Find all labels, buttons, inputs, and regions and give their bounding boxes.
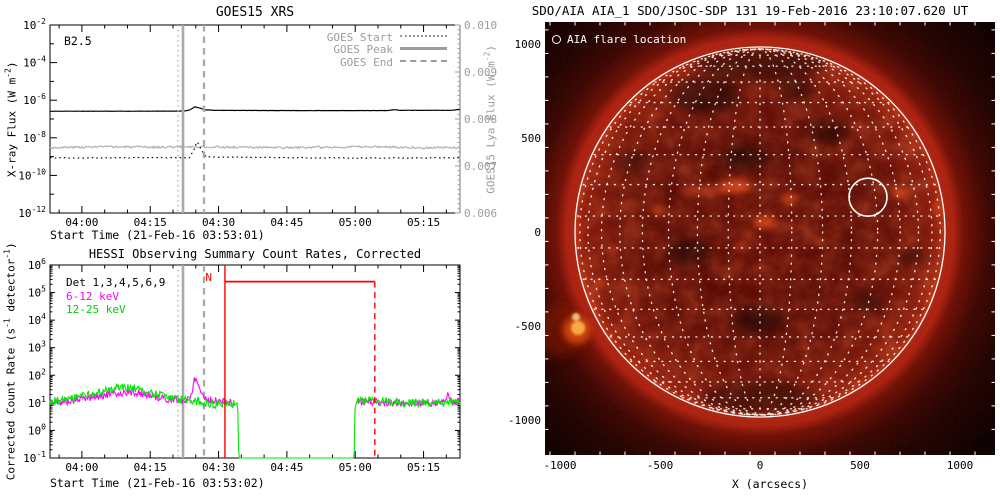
goes-legend-peak-label: GOES Peak	[333, 43, 393, 57]
aia-sun-image	[545, 22, 995, 455]
hessi-x-tick-label: 05:15	[407, 461, 440, 474]
goes-series-GOES15-Lya	[49, 144, 460, 150]
log-tick-label: 10-10	[18, 167, 46, 182]
aia-image-title: SDO/AIA AIA_1 SDO/JSOC-SDP 131 19-Feb-20…	[531, 3, 969, 18]
goes-plot-title: GOES15 XRS	[215, 5, 295, 20]
hessi-series-12-25-keV	[49, 382, 461, 459]
hessi-night-flag: N	[205, 271, 212, 284]
hessi-yaxis-title: Corrected Count Rate (s-1 detector-1)	[2, 242, 18, 481]
hessi-x-tick-label: 05:00	[339, 461, 372, 474]
hessi-xaxis-title: Start Time (21-Feb-16 03:53:02)	[50, 476, 265, 490]
goes-x-tick-label: 05:00	[339, 216, 372, 229]
log-tick-label: 10-2	[23, 17, 46, 32]
aia-x-tick-label: 1000	[947, 459, 974, 472]
log-tick-label: 101	[28, 395, 46, 410]
hessi-x-tick-label: 04:15	[134, 461, 167, 474]
goes-peak-line-swatch	[400, 47, 447, 51]
aia-y-tick-label: -500	[515, 320, 542, 333]
log-tick-label: 10-1	[23, 450, 46, 465]
log-tick-label: 104	[28, 312, 46, 327]
goes-right-yaxis-title: GOES15 Lya Flux (W m-2)	[482, 44, 498, 194]
hessi-detectors-label: Det 1,3,4,5,6,9	[66, 276, 166, 289]
goes-legend-row-end: GOES End	[50, 56, 447, 69]
hessi-x-tick-label: 04:30	[202, 461, 235, 474]
aia-y-tick-label: 500	[521, 132, 541, 145]
screenshot-root: 04:00 04:15 04:30 04:45 05:00 05:15 0.010 0.009…	[0, 0, 1000, 500]
goes-legend-row-start: GOES Start	[50, 31, 447, 44]
goes-series-GOES-0-5-4-A	[49, 141, 460, 159]
aia-flare-legend-label: AIA flare location	[567, 33, 687, 46]
hessi-legend: Det 1,3,4,5,6,9 6-12 keV 12-25 keV	[66, 276, 165, 317]
aia-x-tick-label: 500	[850, 459, 870, 472]
goes-right-tick-label: 0.006	[464, 207, 497, 220]
goes-xaxis-title: Start Time (21-Feb-16 03:53:01)	[50, 228, 265, 242]
goes-legend-end-label: GOES End	[340, 55, 393, 69]
goes-legend: GOES Start GOES Peak GOES End	[50, 31, 447, 69]
goes-start-line-swatch	[400, 35, 447, 38]
goes-yaxis-title: X-ray Flux (W m-2)	[3, 61, 19, 178]
aia-x-tick-label: -1000	[543, 459, 576, 472]
image-grain	[545, 22, 995, 455]
goes-legend-row-peak: GOES Peak	[50, 43, 447, 57]
log-tick-label: 100	[28, 422, 46, 437]
hessi-legend-12-25kev: 12-25 keV	[66, 303, 126, 316]
goes-legend-start-label: GOES Start	[326, 30, 393, 44]
goes-end-line-swatch	[400, 60, 447, 63]
goes-right-tick-label: 0.010	[464, 19, 497, 32]
log-tick-label: 103	[28, 340, 46, 355]
log-tick-label: 10-4	[23, 55, 46, 70]
aia-x-tick-label: 0	[757, 459, 764, 472]
goes-series-GOES-1-8-A	[49, 106, 460, 112]
flare-location-circle-icon	[552, 35, 561, 44]
aia-y-tick-label: 0	[534, 226, 541, 239]
aia-image-panel: -1000 -500 0 500 1000 1000 500 0 -500 -1000	[508, 22, 995, 472]
goes-x-tick-label: 04:45	[270, 216, 303, 229]
log-tick-label: 105	[28, 285, 46, 300]
aia-y-tick-label: -1000	[508, 414, 541, 427]
goes-x-tick-label: 05:15	[407, 216, 440, 229]
hessi-legend-6-12kev: 6-12 keV	[66, 289, 119, 303]
aia-xaxis-title: X (arcsecs)	[731, 477, 809, 491]
hessi-x-tick-label: 04:45	[270, 461, 303, 474]
hessi-plot-title: HESSI Observing Summary Count Rates, Cor…	[88, 247, 422, 261]
aia-flare-legend: AIA flare location	[552, 33, 686, 46]
hessi-x-tick-label: 04:00	[65, 461, 98, 474]
log-tick-label: 10-12	[18, 205, 46, 220]
aia-x-tick-label: -500	[647, 459, 674, 472]
aia-y-tick-label: 1000	[515, 38, 542, 51]
log-tick-label: 10-6	[23, 92, 46, 107]
log-tick-label: 10-8	[23, 130, 46, 145]
log-tick-label: 102	[28, 367, 46, 382]
